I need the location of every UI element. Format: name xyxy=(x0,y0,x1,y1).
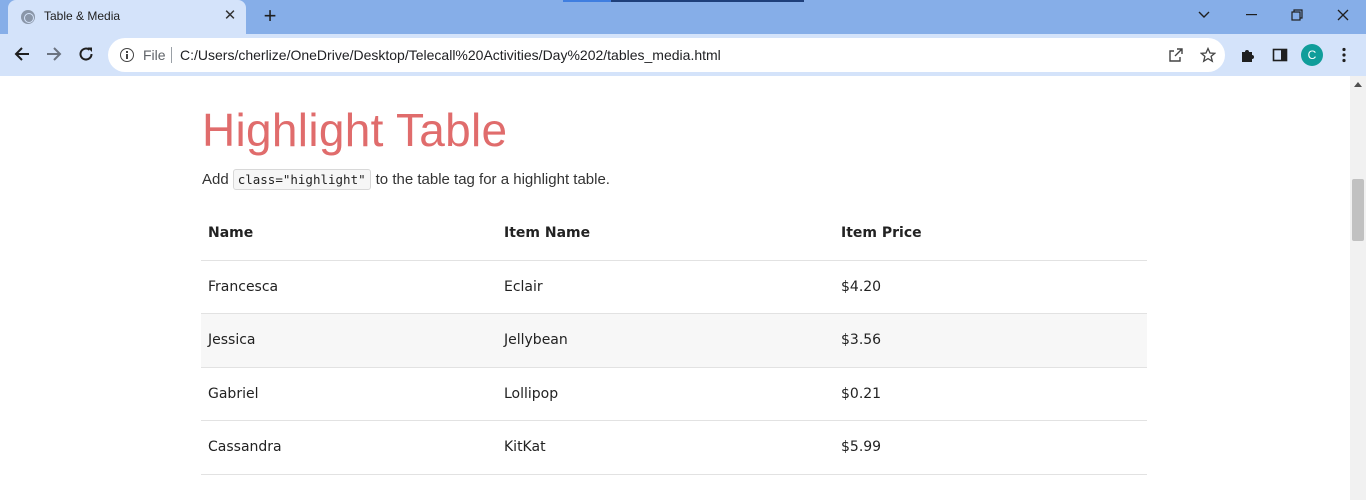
address-bar[interactable]: File C:/Users/cherlize/OneDrive/Desktop/… xyxy=(108,38,1225,72)
scroll-up-arrow-icon[interactable] xyxy=(1354,82,1362,87)
more-menu-icon[interactable] xyxy=(1333,44,1355,66)
tab-title: Table & Media xyxy=(44,9,121,23)
cell-item-name: Jellybean xyxy=(497,313,834,368)
new-tab-button[interactable]: + xyxy=(258,4,282,28)
profile-avatar[interactable]: C xyxy=(1301,44,1323,66)
bookmark-star-icon[interactable] xyxy=(1199,46,1217,64)
arrow-left-icon xyxy=(14,47,29,61)
close-window-icon xyxy=(1337,9,1349,21)
restore-icon xyxy=(1291,9,1303,21)
intro-after: to the table tag for a highlight table. xyxy=(375,171,610,188)
cell-name: Francesca xyxy=(201,260,497,314)
tab-strip: Table & Media ✕ + xyxy=(0,0,1366,34)
side-panel-icon[interactable] xyxy=(1269,44,1291,66)
table-row: Jessica Jellybean $3.56 xyxy=(201,313,1147,368)
share-icon[interactable] xyxy=(1167,46,1185,64)
cell-name: Cassandra xyxy=(201,420,497,475)
column-header-item-name: Item Name xyxy=(497,206,834,261)
restore-button[interactable] xyxy=(1274,0,1320,30)
extensions-puzzle-icon[interactable] xyxy=(1237,44,1259,66)
cell-item-price: $5.99 xyxy=(834,420,1147,475)
intro-text: Add class="highlight" to the table tag f… xyxy=(202,169,610,190)
column-header-item-price: Item Price xyxy=(834,206,1147,261)
reload-icon xyxy=(79,47,93,61)
minimize-button[interactable] xyxy=(1228,0,1274,30)
cell-name: Jessica xyxy=(201,313,497,368)
close-window-button[interactable] xyxy=(1320,0,1366,30)
site-info-icon[interactable] xyxy=(120,48,134,62)
scrollbar-thumb[interactable] xyxy=(1352,179,1364,241)
chevron-down-icon xyxy=(1198,11,1210,18)
table-row: Cassandra KitKat $5.99 xyxy=(201,420,1147,475)
cell-item-price: $0.21 xyxy=(834,367,1147,421)
intro-before: Add xyxy=(202,171,229,188)
vertical-scrollbar[interactable] xyxy=(1350,76,1366,500)
forward-button[interactable] xyxy=(39,39,69,69)
arrow-right-icon xyxy=(47,47,62,61)
browser-toolbar: File C:/Users/cherlize/OneDrive/Desktop/… xyxy=(0,34,1366,76)
reload-button[interactable] xyxy=(71,39,101,69)
tab-strip-accent xyxy=(563,0,804,2)
cell-name: Gabriel xyxy=(201,367,497,421)
table-row: Francesca Eclair $4.20 xyxy=(201,260,1147,314)
cell-item-price: $3.56 xyxy=(834,313,1147,368)
url-text[interactable]: C:/Users/cherlize/OneDrive/Desktop/Telec… xyxy=(180,47,721,63)
cell-item-name: KitKat xyxy=(497,420,834,475)
highlight-table: Name Item Name Item Price Francesca Ecla… xyxy=(201,206,1147,475)
table-header-row: Name Item Name Item Price xyxy=(201,206,1147,261)
cell-item-name: Lollipop xyxy=(497,367,834,421)
column-header-name: Name xyxy=(201,206,497,261)
cell-item-name: Eclair xyxy=(497,260,834,314)
cell-item-price: $4.20 xyxy=(834,260,1147,314)
close-icon[interactable]: ✕ xyxy=(222,8,238,24)
url-scheme-label: File xyxy=(143,47,166,63)
globe-icon xyxy=(21,10,35,24)
page-viewport: Highlight Table Add class="highlight" to… xyxy=(0,76,1350,500)
address-separator xyxy=(171,47,172,63)
page-title: Highlight Table xyxy=(202,104,508,156)
code-snippet: class="highlight" xyxy=(232,169,371,190)
back-button[interactable] xyxy=(7,39,37,69)
tab-table-media[interactable]: Table & Media ✕ xyxy=(8,0,246,34)
tab-search-button[interactable] xyxy=(1181,0,1227,30)
table-row: Gabriel Lollipop $0.21 xyxy=(201,367,1147,421)
minimize-icon xyxy=(1245,14,1257,16)
